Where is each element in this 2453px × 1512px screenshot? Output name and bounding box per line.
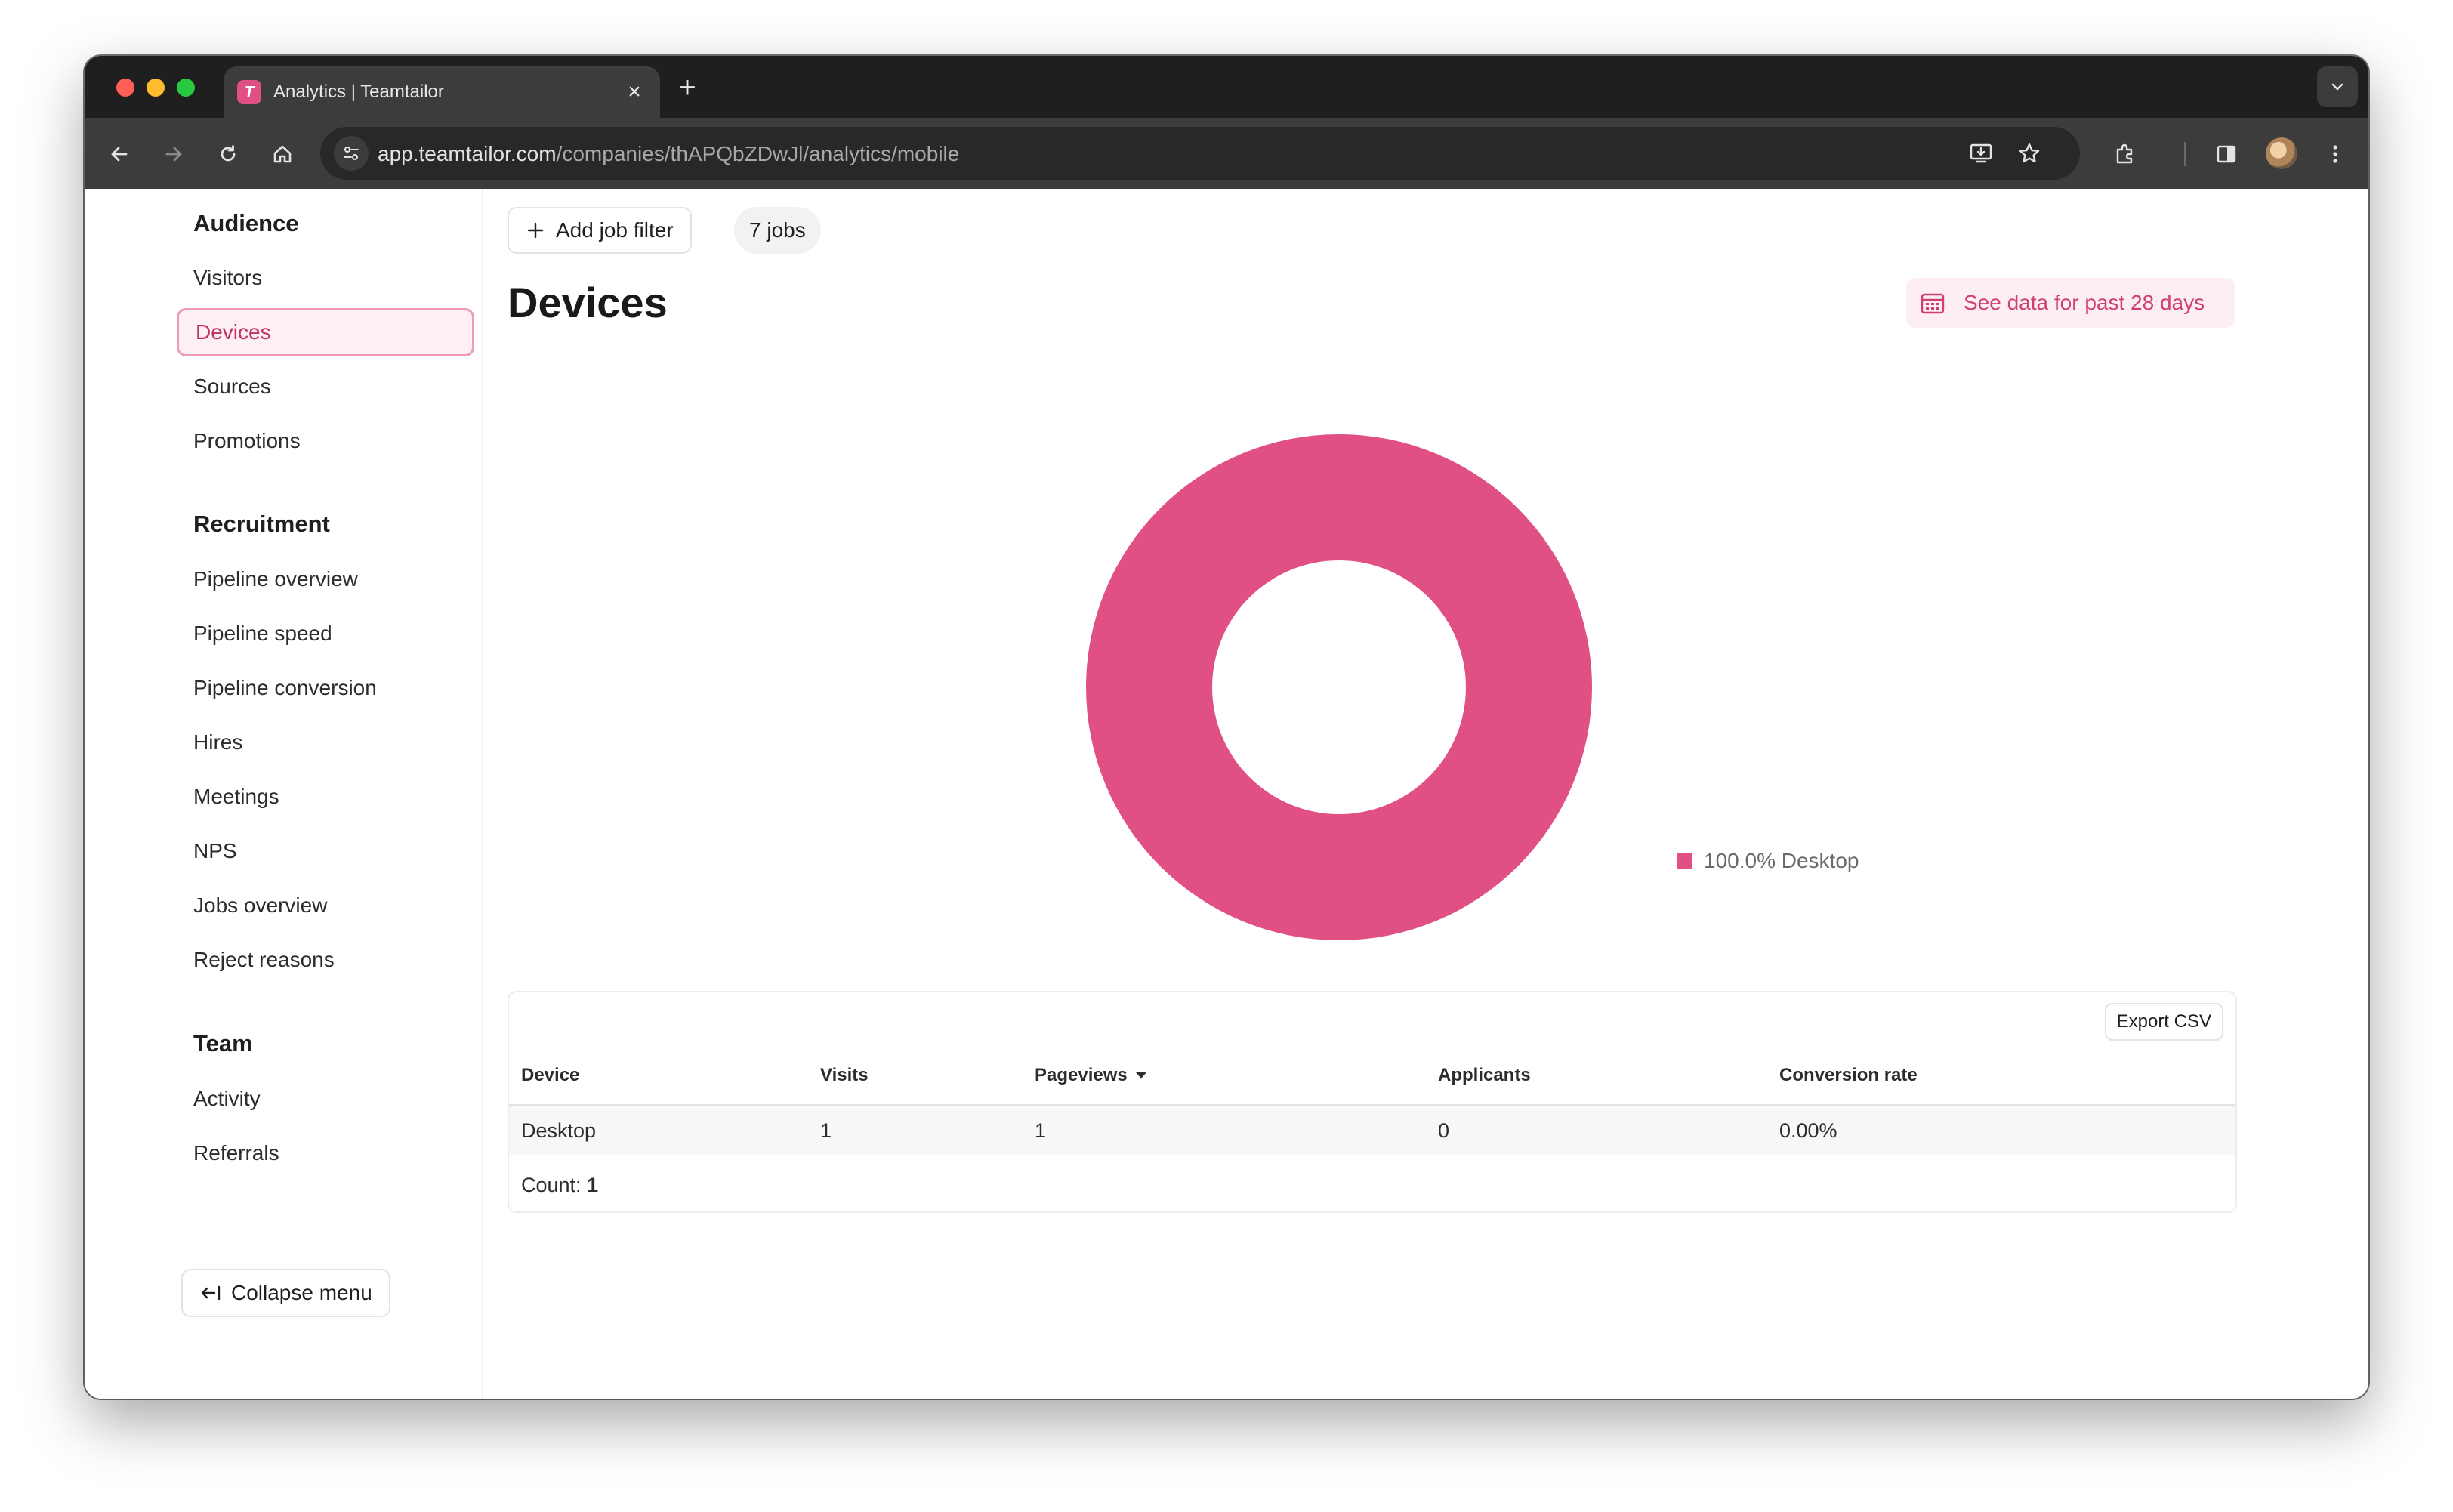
devices-donut-chart: 100.0% Desktop [483,400,2368,974]
row-count: Count: 1 [521,1174,598,1197]
page-title: Devices [508,279,668,326]
close-window-button[interactable] [116,79,134,97]
cell-device: Desktop [521,1119,597,1142]
home-icon [273,145,292,163]
plus-icon [527,222,544,239]
browser-menu-button[interactable] [2316,134,2355,174]
side-panel-button[interactable] [2207,134,2246,174]
tab-search-button[interactable] [2317,66,2358,107]
cell-conversion-rate: 0.00% [1779,1119,1837,1142]
sidebar-item-devices[interactable]: Devices [177,308,474,356]
side-panel-icon [2217,145,2236,163]
sidebar-item-hires[interactable]: Hires [177,718,474,767]
arrow-left-icon [111,147,128,162]
row-count-label: Count: [521,1174,582,1196]
site-settings-icon[interactable] [334,136,369,171]
tab-bar: T Analytics | Teamtailor × + [85,56,2368,118]
bookmark-star-icon[interactable] [2012,136,2047,171]
sidebar-item-activity[interactable]: Activity [177,1075,474,1123]
new-tab-icon[interactable]: + [671,71,704,105]
cell-applicants: 0 [1438,1119,1450,1142]
sidebar-item-pipeline-conversion[interactable]: Pipeline conversion [177,664,474,712]
sidebar-item-promotions[interactable]: Promotions [177,417,474,465]
teamtailor-favicon-icon: T [237,80,261,104]
row-count-value: 1 [587,1174,599,1196]
donut-slice-desktop[interactable] [1086,434,1592,940]
url-text: app.teamtailor.com/companies/thAPQbZDwJl… [378,142,960,165]
minimize-window-button[interactable] [147,79,165,97]
export-csv-button[interactable]: Export CSV [2104,1003,2223,1041]
section-title-recruitment: Recruitment [193,511,330,537]
collapse-menu-button[interactable]: Collapse menu [181,1269,390,1317]
calendar-icon [1921,293,1945,314]
column-header-applicants[interactable]: Applicants [1438,1065,1531,1086]
chart-legend: 100.0% Desktop [1677,849,1859,873]
donut-chart-svg [1086,434,1592,940]
column-header-pageviews[interactable]: Pageviews [1035,1065,1147,1086]
section-title-audience: Audience [193,210,299,236]
sidebar-item-reject-reasons[interactable]: Reject reasons [177,936,474,984]
cell-visits: 1 [820,1119,832,1142]
sidebar-item-jobs-overview[interactable]: Jobs overview [177,881,474,930]
sidebar-item-referrals[interactable]: Referrals [177,1129,474,1177]
sidebar-item-visitors[interactable]: Visitors [177,254,474,302]
sidebar-item-pipeline-overview[interactable]: Pipeline overview [177,555,474,603]
column-header-conversion-rate[interactable]: Conversion rate [1779,1065,1918,1086]
install-app-icon[interactable] [1964,136,1998,171]
column-header-visits[interactable]: Visits [820,1065,869,1086]
puzzle-icon [2116,143,2133,164]
column-header-device[interactable]: Device [521,1065,579,1086]
legend-swatch-desktop [1677,853,1692,869]
reload-icon [221,145,236,162]
devices-table: Export CSV Device Visits Pageviews Appli… [508,991,2237,1213]
add-job-filter-button[interactable]: Add job filter [508,207,692,254]
tab-title: Analytics | Teamtailor [273,82,444,102]
sidebar-item-sources[interactable]: Sources [177,363,474,411]
browser-tab[interactable]: T Analytics | Teamtailor × [224,66,660,118]
table-row [509,1106,2235,1155]
home-button[interactable] [263,134,302,174]
back-button[interactable] [100,134,139,174]
column-header-pageviews-label: Pageviews [1035,1065,1128,1085]
add-job-filter-label: Add job filter [556,218,674,242]
main-panel: Add job filter 7 jobs Devices See data f… [483,189,2368,1399]
browser-toolbar: app.teamtailor.com/companies/thAPQbZDwJl… [85,118,2368,189]
app-content: Audience Visitors Devices Sources Promot… [85,189,2368,1399]
address-bar[interactable]: app.teamtailor.com/companies/thAPQbZDwJl… [320,127,2080,180]
maximize-window-button[interactable] [177,79,195,97]
browser-window: T Analytics | Teamtailor × + app.teamtai… [85,56,2368,1399]
section-title-team: Team [193,1030,253,1057]
collapse-menu-label: Collapse menu [231,1281,372,1304]
collapse-arrow-icon [201,1285,221,1301]
analytics-sidebar: Audience Visitors Devices Sources Promot… [85,189,483,1399]
sidebar-item-pipeline-speed[interactable]: Pipeline speed [177,609,474,658]
sidebar-item-nps[interactable]: NPS [177,827,474,875]
sort-desc-icon [1135,1072,1146,1078]
close-tab-icon[interactable]: × [622,79,646,105]
sidebar-item-meetings[interactable]: Meetings [177,773,474,821]
reload-button[interactable] [208,134,248,174]
date-range-label: See data for past 28 days [1964,291,2205,314]
arrow-right-icon [165,147,182,162]
more-vertical-icon [2333,145,2337,163]
legend-label-desktop: 100.0% Desktop [1704,849,1859,872]
jobs-count-pill[interactable]: 7 jobs [734,207,821,254]
date-range-button[interactable]: See data for past 28 days [1906,278,2235,328]
extensions-button[interactable] [2106,134,2145,174]
toolbar-separator [2184,142,2186,166]
cell-pageviews: 1 [1035,1119,1047,1142]
forward-button[interactable] [154,134,193,174]
profile-avatar[interactable] [2266,137,2297,169]
chevron-down-icon [2331,83,2343,91]
